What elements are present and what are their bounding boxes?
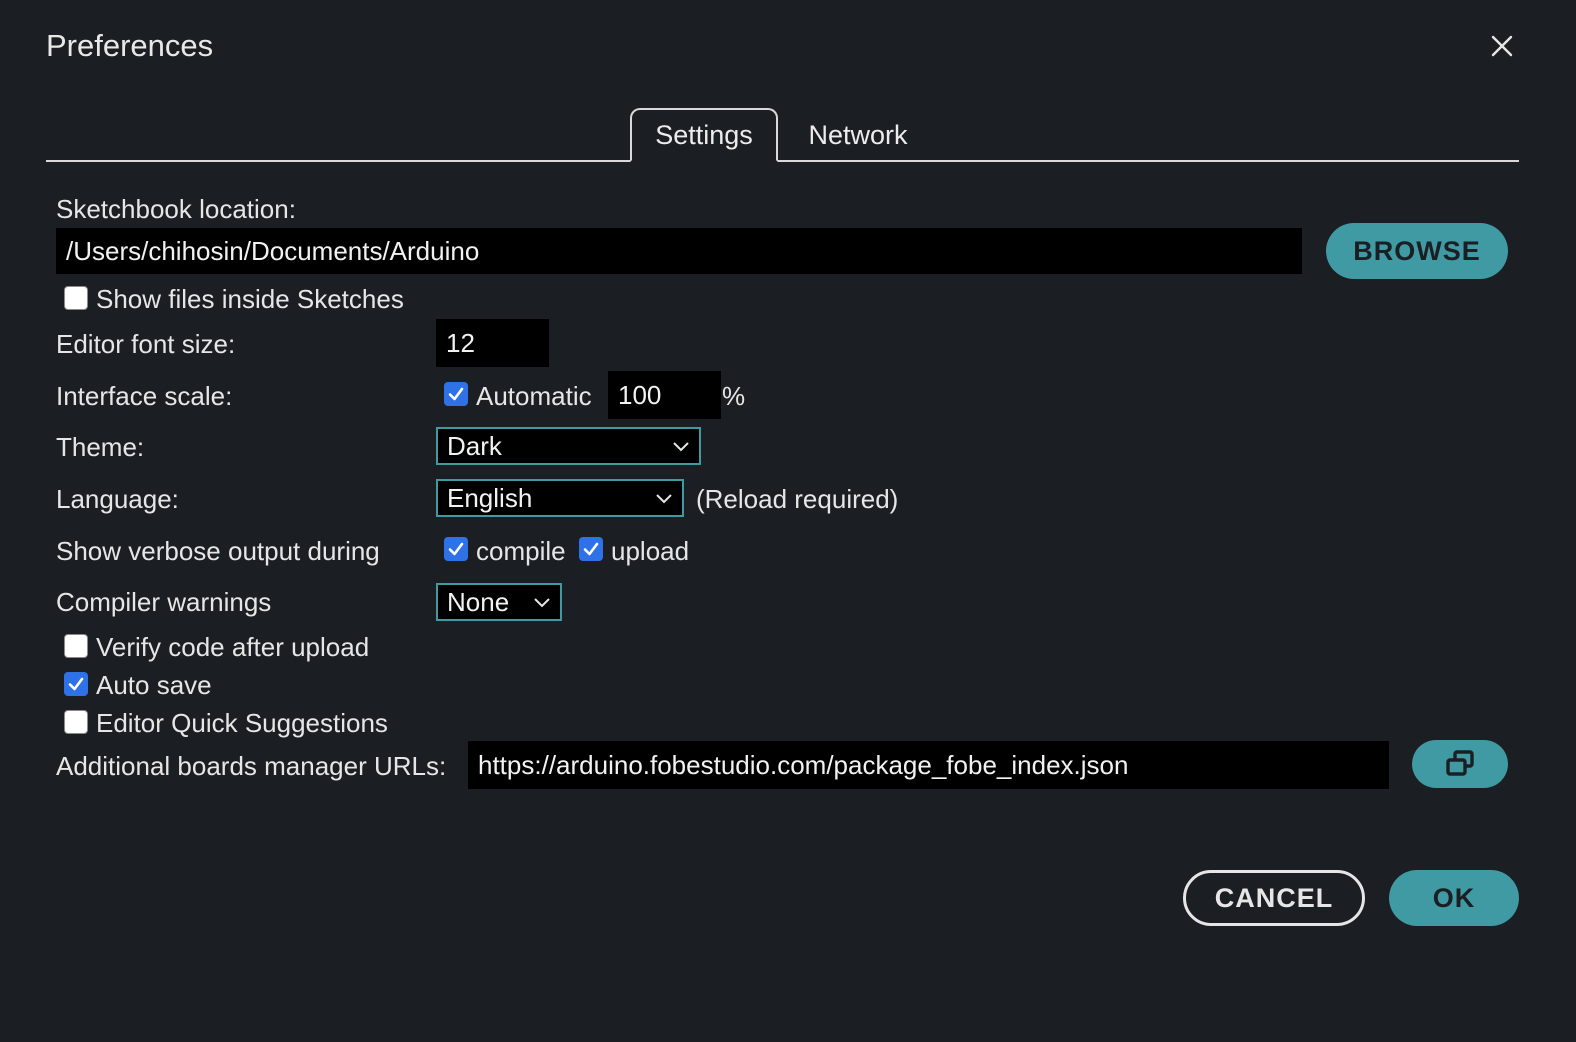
verify-code-label: Verify code after upload (96, 632, 370, 662)
tab-network[interactable]: Network (790, 108, 926, 162)
quick-suggestions-checkbox[interactable] (64, 710, 88, 734)
show-files-checkbox[interactable] (64, 286, 88, 310)
verbose-compile-label: compile (476, 536, 566, 566)
chevron-down-icon (534, 598, 550, 608)
compiler-warnings-select[interactable]: None (436, 583, 562, 621)
automatic-scale-checkbox[interactable] (444, 382, 468, 406)
compiler-warnings-select-value: None (447, 586, 510, 617)
open-urls-editor-button[interactable] (1412, 740, 1508, 788)
show-files-label: Show files inside Sketches (96, 284, 404, 314)
ok-button[interactable]: OK (1389, 870, 1519, 926)
interface-scale-label: Interface scale: (56, 381, 233, 411)
window-restore-icon (1446, 750, 1474, 776)
verbose-upload-label: upload (611, 536, 690, 566)
verbose-output-label: Show verbose output during (56, 536, 380, 566)
language-label: Language: (56, 484, 179, 514)
auto-save-label: Auto save (96, 670, 212, 700)
sketchbook-location-input[interactable]: /Users/chihosin/Documents/Arduino (56, 228, 1302, 274)
quick-suggestions-label: Editor Quick Suggestions (96, 708, 388, 738)
tab-divider (46, 160, 1519, 162)
auto-save-checkbox[interactable] (64, 672, 88, 696)
language-select-value: English (447, 482, 533, 513)
chevron-down-icon (673, 442, 689, 452)
theme-select-value: Dark (447, 430, 502, 461)
browse-button[interactable]: BROWSE (1326, 223, 1508, 279)
automatic-scale-label: Automatic (476, 381, 592, 411)
tab-settings[interactable]: Settings (630, 108, 778, 162)
language-select[interactable]: English (436, 479, 684, 517)
chevron-down-icon (656, 494, 672, 504)
theme-label: Theme: (56, 432, 145, 462)
boards-urls-input[interactable]: https://arduino.fobestudio.com/package_f… (468, 741, 1389, 789)
close-button[interactable] (1486, 30, 1518, 62)
boards-urls-label: Additional boards manager URLs: (56, 751, 447, 781)
close-icon (1491, 35, 1513, 57)
reload-required-note: (Reload required) (696, 484, 899, 514)
verify-code-checkbox[interactable] (64, 634, 88, 658)
percent-unit: % (722, 381, 746, 411)
compiler-warnings-label: Compiler warnings (56, 587, 272, 617)
verbose-compile-checkbox[interactable] (444, 537, 468, 561)
interface-scale-input[interactable]: 100 (608, 371, 721, 419)
verbose-upload-checkbox[interactable] (579, 537, 603, 561)
theme-select[interactable]: Dark (436, 427, 701, 465)
checkmark-icon (583, 542, 599, 556)
checkmark-icon (68, 677, 84, 691)
editor-font-size-input[interactable]: 12 (436, 319, 549, 367)
sketchbook-location-label: Sketchbook location: (56, 194, 296, 224)
cancel-button[interactable]: CANCEL (1183, 870, 1365, 926)
dialog-title: Preferences (46, 28, 214, 63)
checkmark-icon (448, 387, 464, 401)
checkmark-icon (448, 542, 464, 556)
editor-font-size-label: Editor font size: (56, 329, 236, 359)
